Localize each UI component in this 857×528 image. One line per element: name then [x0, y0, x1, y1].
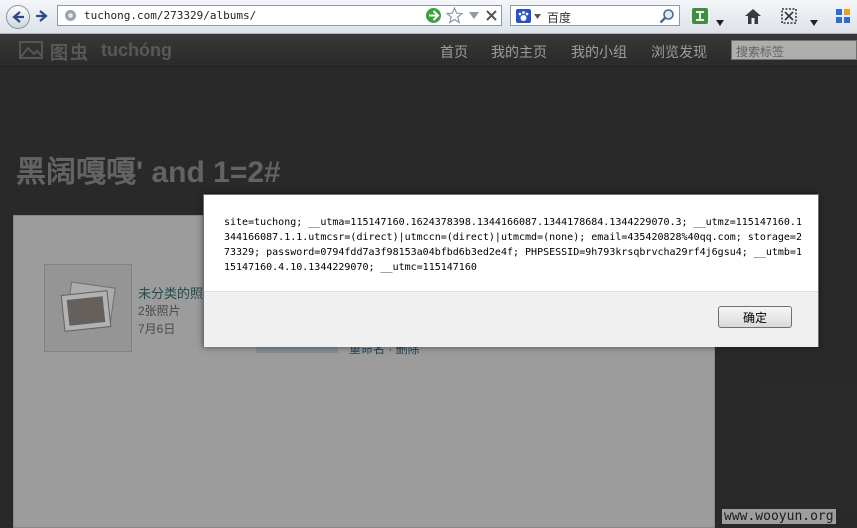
- search-icon[interactable]: [659, 8, 675, 24]
- home-button[interactable]: [743, 6, 763, 26]
- back-button[interactable]: [6, 5, 30, 29]
- scissors-icon: [781, 8, 797, 24]
- chevron-down-icon: [716, 20, 724, 26]
- dropdown-arrow-icon[interactable]: [469, 12, 479, 20]
- address-bar[interactable]: tuchong.com/273329/albums/: [57, 5, 502, 26]
- apps-grid-icon: [836, 9, 850, 23]
- search-engine-label: 百度: [547, 11, 572, 25]
- screenshot-dropdown[interactable]: [810, 13, 818, 31]
- star-bookmark-icon[interactable]: [446, 7, 463, 24]
- watermark: www.wooyun.org: [722, 509, 836, 524]
- engine-dropdown-icon[interactable]: [534, 14, 541, 19]
- globe-icon: [65, 10, 76, 21]
- screenshot-button[interactable]: [779, 6, 799, 26]
- tool-dropdown[interactable]: [716, 13, 724, 31]
- ok-button[interactable]: 确定: [718, 306, 792, 328]
- menu-button[interactable]: [833, 6, 853, 26]
- toolbar-tool-button[interactable]: [690, 6, 710, 26]
- alert-dialog: site=tuchong; __utma=115147160.162437839…: [203, 194, 819, 347]
- go-icon[interactable]: [425, 7, 442, 24]
- forward-button[interactable]: [35, 9, 49, 28]
- close-icon[interactable]: [486, 10, 497, 21]
- forward-arrow-icon: [36, 10, 48, 22]
- browser-toolbar: tuchong.com/273329/albums/ 百度: [0, 0, 857, 34]
- alert-message: site=tuchong; __utma=115147160.162437839…: [224, 217, 802, 273]
- translate-icon: [692, 8, 708, 24]
- paw-icon: [516, 9, 531, 23]
- search-bar[interactable]: 百度: [510, 5, 680, 26]
- chevron-down-icon: [810, 20, 818, 26]
- home-icon: [745, 8, 761, 24]
- back-arrow-icon: [12, 11, 24, 23]
- url-text: tuchong.com/273329/albums/: [84, 9, 257, 22]
